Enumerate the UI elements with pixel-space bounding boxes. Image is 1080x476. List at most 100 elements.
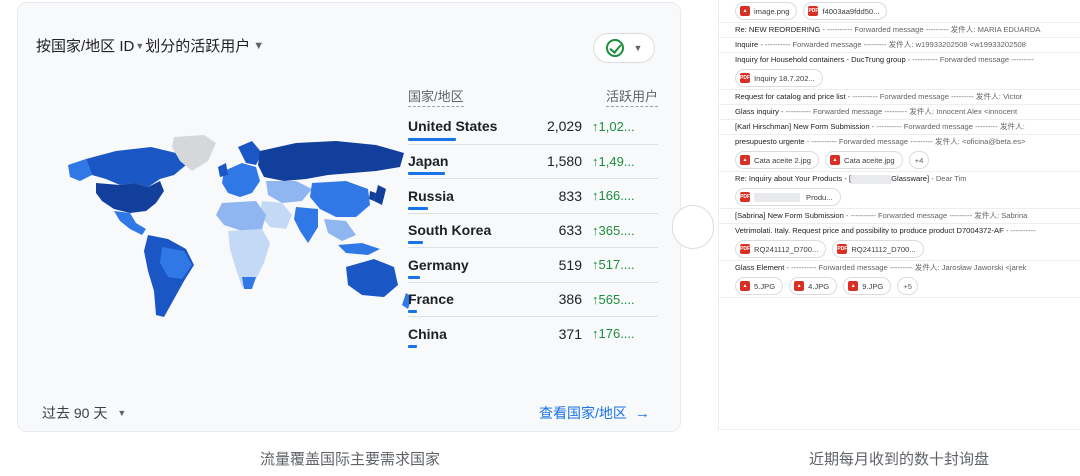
compare-status-button[interactable]: ▼ (593, 33, 655, 63)
change-indicator: ↑565.... (592, 291, 635, 307)
email-subject-end: Glassware] (891, 174, 930, 183)
image-icon: ▲ (830, 155, 840, 165)
active-users-value: 386 (558, 291, 582, 308)
email-row[interactable]: ▲ image.png PDF f4003aa9fdd50... (719, 0, 1080, 23)
country-name: Japan (408, 153, 449, 170)
attachment-list: ▲ image.png PDF f4003aa9fdd50... (735, 0, 1080, 22)
attachment-list: PDF Inquiry 18.7.202... (735, 67, 1080, 89)
table-row[interactable]: South Korea 633 ↑365.... (408, 212, 658, 248)
share-bar (408, 241, 423, 244)
attachment-chip[interactable]: ▲ Cata aceite.jpg (825, 151, 903, 169)
country-name: France (408, 291, 454, 308)
attachment-name: Cata aceite.jpg (844, 155, 895, 165)
table-body: United States 2,029 ↑1,02... Japan 1,580 ↑1,4… (408, 109, 658, 351)
table-row[interactable]: United States 2,029 ↑1,02... (408, 109, 658, 144)
email-preview: - ---------- Forwarded message ---------… (843, 211, 1028, 220)
email-subject: Inquiry for Household containers - DucTr… (735, 55, 906, 64)
email-preview: - ---------- (1003, 226, 1036, 235)
attachment-chip[interactable]: PDF f4003aa9fdd50... (803, 2, 888, 20)
image-icon: ▲ (794, 281, 805, 291)
date-range-label: 过去 90 天 (42, 405, 108, 421)
more-attachments-chip[interactable]: +4 (908, 151, 930, 169)
email-summary: Request for catalog and price list - ---… (735, 90, 1080, 104)
attachment-name: RQ241112_D700... (851, 244, 916, 254)
email-summary: Re: Inquiry about Your Products - [Glass… (735, 172, 1080, 186)
email-subject: Re: NEW REORDERING (735, 25, 821, 34)
email-row[interactable]: [Karl Hirschman] New Form Submission - -… (719, 120, 1080, 135)
change-indicator: ↑176.... (592, 326, 635, 342)
map-region-china (310, 181, 370, 217)
attachment-chip[interactable]: ▲ 9.JPG (843, 277, 892, 295)
map-region-scandinavia (238, 141, 262, 165)
email-preview: - ---------- Forwarded message --------- (905, 55, 1034, 64)
map-region-central-asia (266, 181, 312, 203)
share-bar (408, 275, 420, 279)
email-row[interactable]: Vetrimolati. Italy. Request price and po… (719, 224, 1080, 261)
attachment-name: 5.JPG (754, 281, 776, 291)
table-row[interactable]: Japan 1,580 ↑1,49... (408, 143, 658, 179)
carousel-next-button[interactable] (672, 205, 714, 249)
dimension-dropdown-icon[interactable]: ▼ (135, 41, 144, 51)
email-subject: Vetrimolati. Italy. Request price and po… (735, 226, 1004, 235)
email-row[interactable]: Glass inquiry - ---------- Forwarded mes… (719, 105, 1080, 120)
card-title[interactable]: 按国家/地区 ID ▼ 划分的活跃用户 ▼ (36, 35, 265, 56)
col-users-header[interactable]: 活跃用户 (605, 86, 658, 107)
attachment-chip[interactable]: PDF RQ241112_D700... (832, 240, 924, 258)
table-row[interactable]: Russia 833 ↑166.... (408, 178, 658, 213)
pdf-icon: PDF (740, 192, 750, 202)
image-icon: ▲ (848, 281, 859, 291)
attachment-chip[interactable]: ▲ 4.JPG (789, 277, 838, 295)
email-subject: presupuesto urgente (735, 137, 805, 146)
attachment-chip[interactable]: PDF Produ... (735, 188, 841, 206)
attachment-chip[interactable]: ▲ Cata aceite 2.jpg (735, 151, 819, 169)
table-row[interactable]: France 386 ↑565.... (408, 281, 658, 317)
title-metric: 划分的活跃用户 (145, 38, 251, 55)
email-row[interactable]: Glass Element - ---------- Forwarded mes… (719, 261, 1080, 298)
attachment-chip[interactable]: PDF Inquiry 18.7.202... (735, 69, 823, 87)
attachment-chip[interactable]: ▲ 5.JPG (735, 277, 784, 295)
map-region-north-africa (216, 201, 266, 231)
attachment-chip[interactable]: ▲ image.png (735, 2, 798, 20)
email-subject: Inquire (735, 40, 759, 49)
email-row[interactable]: Inquiry for Household containers - DucTr… (719, 53, 1080, 90)
table-row[interactable]: Germany 519 ↑517.... (408, 247, 658, 282)
email-summary: [Sabrina] New Form Submission - --------… (735, 209, 1080, 223)
email-summary: presupuesto urgente - ---------- Forward… (735, 135, 1080, 149)
analytics-card: 按国家/地区 ID ▼ 划分的活跃用户 ▼ ▼ 国家/地区 活跃用户 Unite… (17, 2, 681, 432)
email-summary: Inquire - ---------- Forwarded message -… (735, 38, 1080, 52)
country-name: Germany (408, 256, 469, 273)
email-row[interactable]: Inquire - ---------- Forwarded message -… (719, 38, 1080, 53)
attachment-name: Cata aceite 2.jpg (754, 155, 811, 165)
share-bar (408, 310, 417, 313)
change-indicator: ↑166.... (592, 188, 635, 204)
email-list: ▲ image.png PDF f4003aa9fdd50... Re: NEW REO… (718, 0, 1080, 430)
col-country-header[interactable]: 国家/地区 (408, 86, 464, 107)
metric-dropdown-icon[interactable]: ▼ (253, 40, 264, 52)
email-row[interactable]: Request for catalog and price list - ---… (719, 90, 1080, 105)
attachment-name: RQ241112_D700... (754, 244, 819, 254)
chevron-down-icon: ▼ (117, 408, 127, 418)
email-summary: Inquiry for Household containers - DucTr… (735, 53, 1080, 67)
active-users-value: 633 (558, 222, 582, 239)
active-users-value: 519 (558, 256, 582, 273)
email-subject: Glass inquiry (735, 107, 779, 116)
map-region-indonesia (338, 243, 380, 255)
email-row[interactable]: presupuesto urgente - ---------- Forward… (719, 135, 1080, 172)
email-row[interactable]: Re: Inquiry about Your Products - [Glass… (719, 172, 1080, 209)
attachment-chip[interactable]: PDF RQ241112_D700... (735, 240, 827, 258)
email-row[interactable]: Re: NEW REORDERING - ---------- Forwarde… (719, 23, 1080, 38)
image-icon: ▲ (740, 281, 750, 291)
world-map (68, 135, 412, 317)
redacted-block (851, 174, 892, 184)
date-range-selector[interactable]: 过去 90 天 ▼ (42, 403, 126, 423)
active-users-value: 371 (558, 325, 582, 342)
country-name: China (408, 325, 447, 342)
view-countries-link[interactable]: 查看国家/地区 → (539, 403, 650, 423)
active-users-value: 833 (558, 187, 582, 204)
view-countries-label: 查看国家/地区 (539, 405, 627, 421)
table-row[interactable]: China 371 ↑176.... (408, 316, 658, 351)
more-attachments-chip[interactable]: +5 (897, 277, 918, 295)
attachment-name: Inquiry 18.7.202... (754, 73, 815, 83)
email-preview: - ---------- Forwarded message ---------… (784, 263, 1027, 272)
email-row[interactable]: [Sabrina] New Form Submission - --------… (719, 209, 1080, 224)
